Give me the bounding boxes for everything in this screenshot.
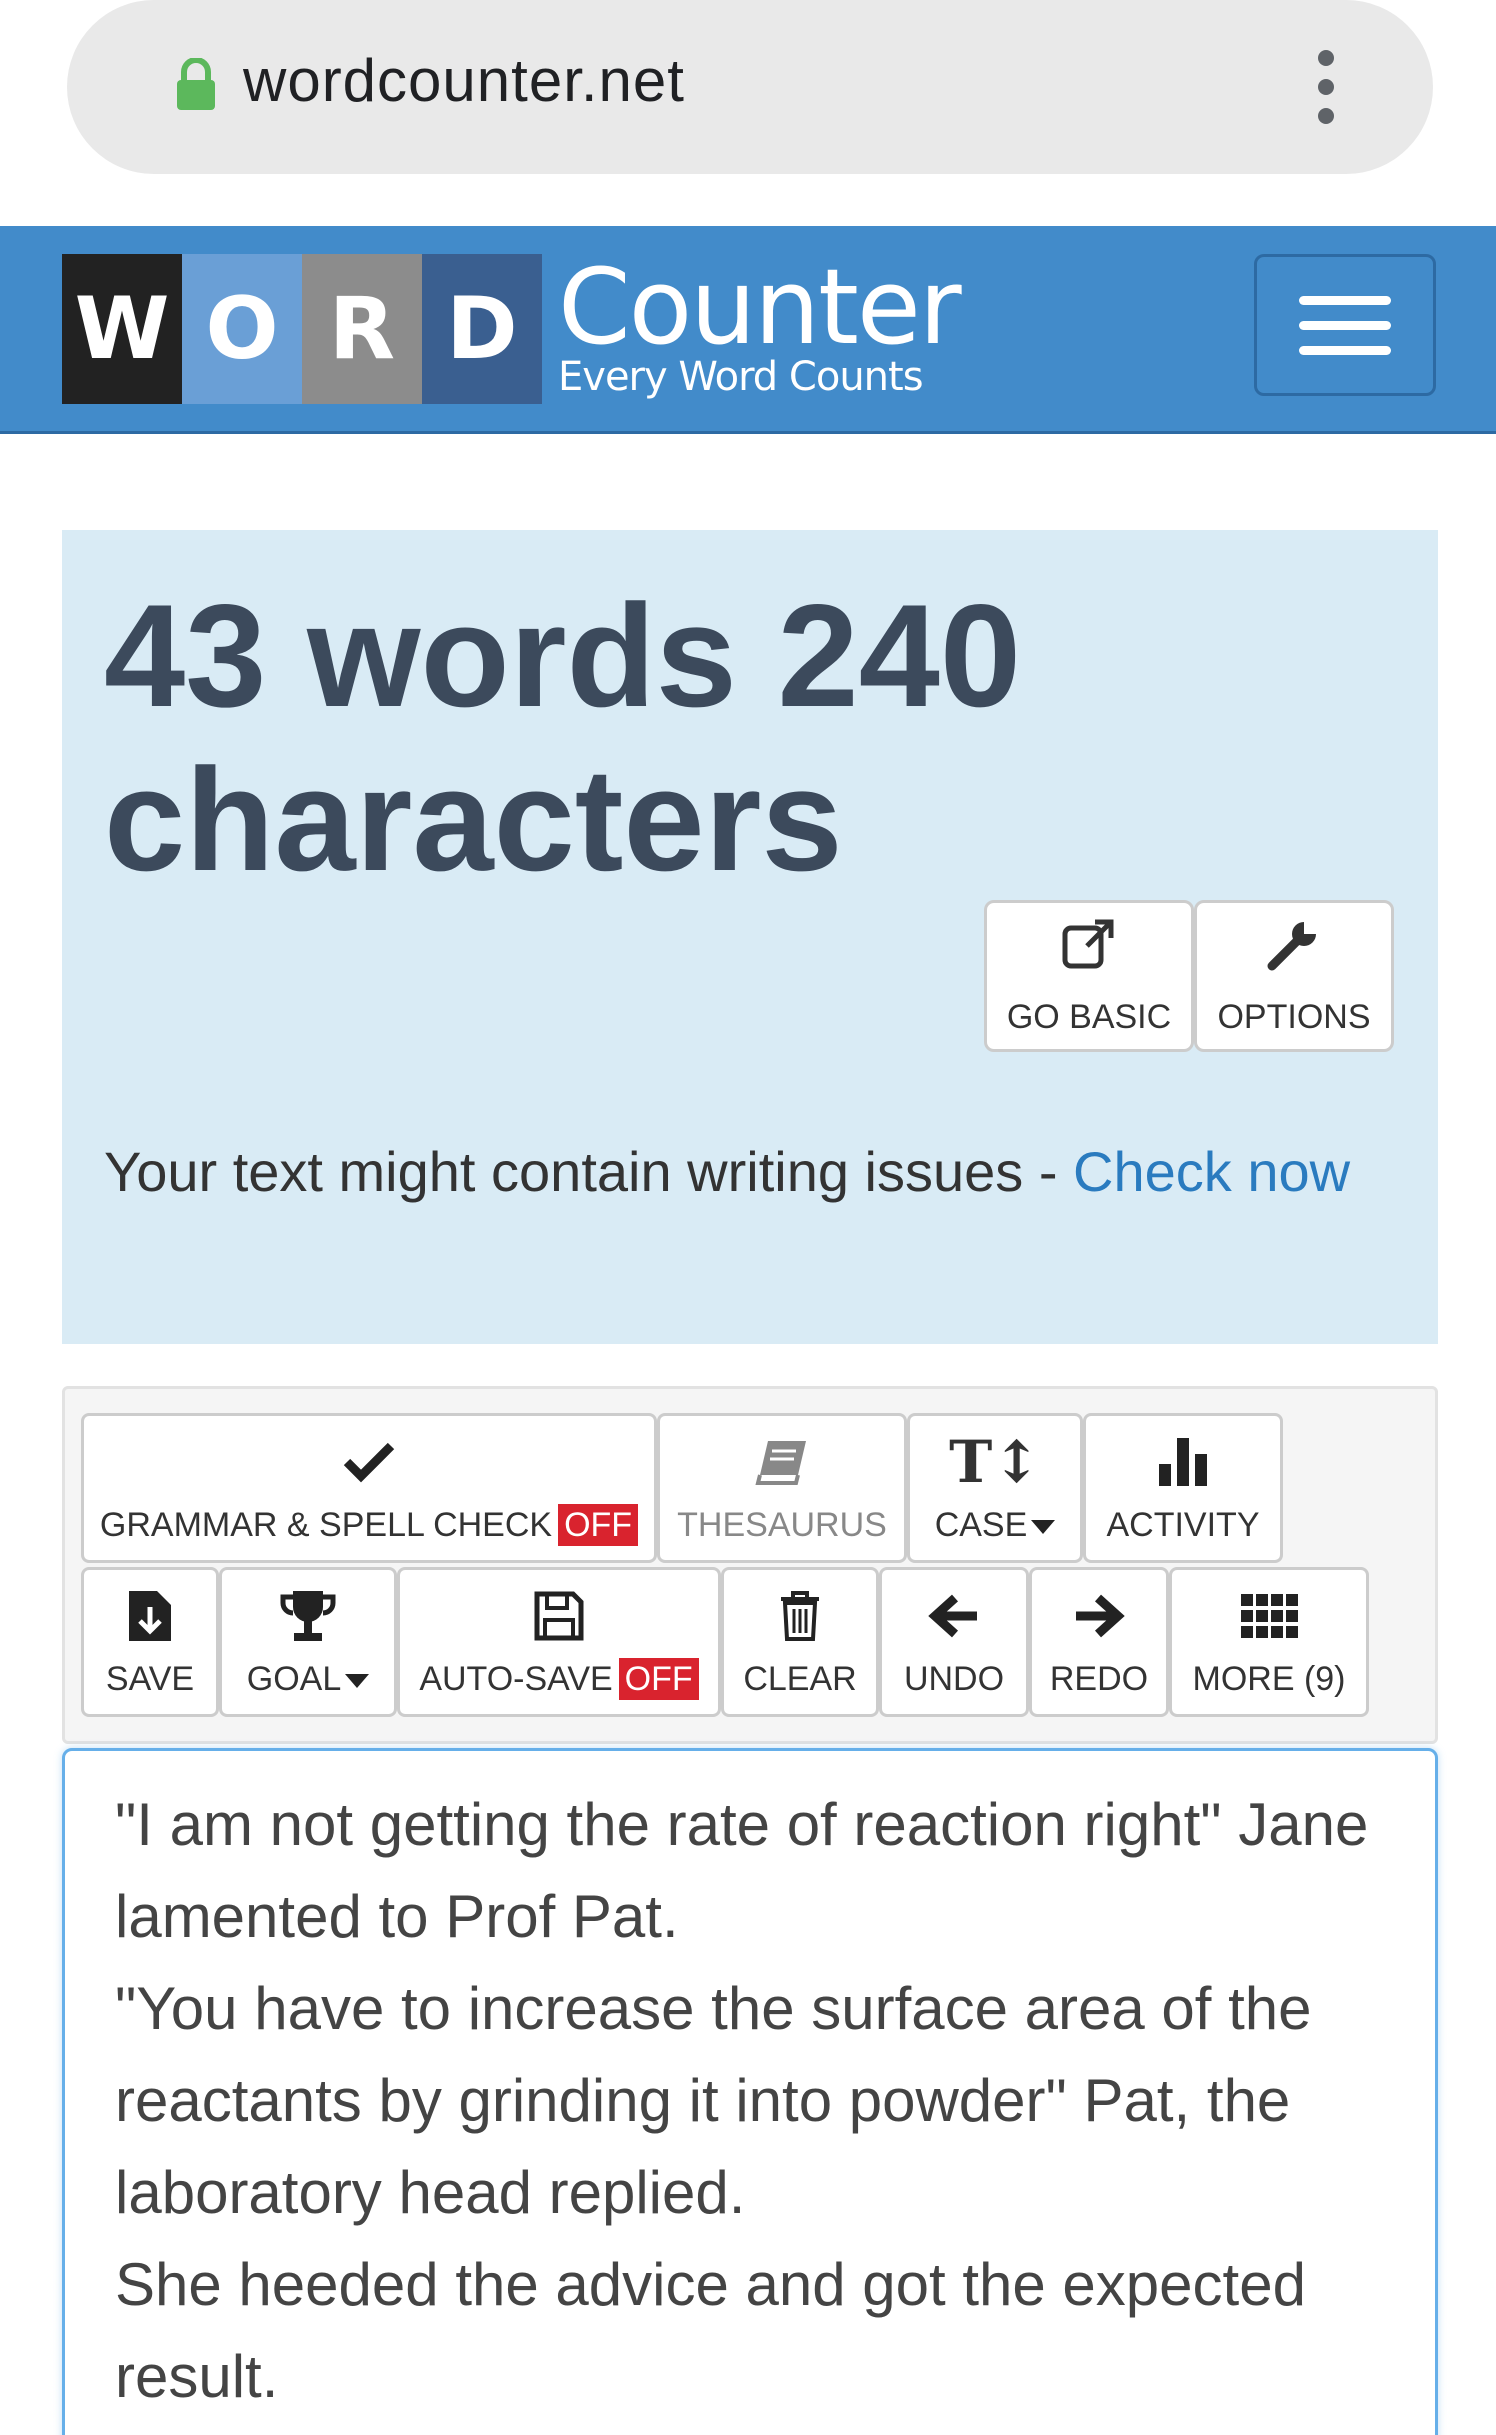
logo-letter-o: O (182, 254, 302, 404)
activity-label: ACTIVITY (1106, 1505, 1260, 1544)
thesaurus-button[interactable]: THESAURUS (657, 1413, 907, 1563)
grammar-off-badge: OFF (558, 1503, 639, 1546)
auto-save-label: AUTO-SAVE (419, 1659, 613, 1698)
save-button[interactable]: SAVE (81, 1567, 219, 1717)
book-icon (754, 1432, 810, 1492)
save-label: SAVE (105, 1659, 195, 1698)
url-text[interactable]: wordcounter.net (243, 46, 685, 115)
clear-label: CLEAR (743, 1659, 857, 1698)
undo-label: UNDO (903, 1659, 1005, 1698)
wrench-icon (1266, 916, 1322, 984)
goal-button[interactable]: GOAL (219, 1567, 397, 1717)
more-label: MORE (9) (1192, 1659, 1346, 1698)
trash-icon (777, 1586, 823, 1646)
logo-letter-r: R (302, 254, 422, 404)
site-navbar: W O R D Counter Every Word Counts (0, 226, 1496, 434)
check-now-link[interactable]: Check now (1073, 1140, 1350, 1203)
arrow-right-icon (1072, 1586, 1126, 1646)
grid-icon (1239, 1586, 1299, 1646)
redo-button[interactable]: REDO (1029, 1567, 1169, 1717)
auto-save-button[interactable]: AUTO-SAVE OFF (397, 1567, 721, 1717)
go-basic-button[interactable]: GO BASIC (984, 900, 1194, 1052)
logo-text: Counter Every Word Counts (558, 246, 962, 404)
counter-panel: 43 words 240 characters GO BASIC OPTIONS… (62, 530, 1438, 1344)
options-label: OPTIONS (1217, 997, 1371, 1036)
caret-down-icon (345, 1673, 370, 1688)
grammar-spell-check-button[interactable]: GRAMMAR & SPELL CHECK OFF (81, 1413, 657, 1563)
logo-tagline: Every Word Counts (558, 354, 924, 400)
go-basic-label: GO BASIC (1006, 997, 1172, 1036)
auto-save-off-badge: OFF (618, 1657, 699, 1700)
caret-down-icon (1031, 1519, 1056, 1534)
kebab-menu-icon[interactable] (1306, 50, 1346, 124)
site-logo[interactable]: W O R D Counter Every Word Counts (62, 246, 962, 404)
logo-letter-d: D (422, 254, 542, 404)
floppy-disk-icon (533, 1586, 585, 1646)
writing-issues-notice: Your text might contain writing issues -… (104, 1130, 1404, 1214)
more-button[interactable]: MORE (9) (1169, 1567, 1369, 1717)
thesaurus-label: THESAURUS (677, 1505, 887, 1544)
lock-icon (177, 58, 215, 110)
undo-button[interactable]: UNDO (879, 1567, 1029, 1717)
options-button[interactable]: OPTIONS (1194, 900, 1394, 1052)
hamburger-icon[interactable] (1254, 254, 1436, 396)
address-bar[interactable]: wordcounter.net (67, 0, 1433, 174)
activity-button[interactable]: ACTIVITY (1083, 1413, 1283, 1563)
file-download-icon (125, 1586, 175, 1646)
checkmark-icon (341, 1432, 397, 1492)
text-height-icon: T↕ (949, 1427, 1041, 1496)
editor-toolbar: GRAMMAR & SPELL CHECK OFF THESAURUS T↕ CA… (62, 1386, 1438, 1744)
text-editor[interactable]: "I am not getting the rate of reaction r… (62, 1748, 1438, 2435)
logo-main-text: Counter (558, 246, 962, 368)
grammar-label: GRAMMAR & SPELL CHECK (99, 1505, 553, 1544)
logo-letter-w: W (62, 254, 182, 404)
browser-chrome: wordcounter.net (0, 0, 1496, 226)
clear-button[interactable]: CLEAR (721, 1567, 879, 1717)
bar-chart-icon (1155, 1432, 1211, 1492)
arrow-left-icon (927, 1586, 981, 1646)
case-label: CASE (934, 1505, 1028, 1544)
trophy-icon (279, 1586, 337, 1646)
goal-label: GOAL (246, 1659, 342, 1698)
redo-label: REDO (1049, 1659, 1149, 1698)
external-link-icon (1061, 916, 1117, 984)
case-button[interactable]: T↕ CASE (907, 1413, 1083, 1563)
issues-text: Your text might contain writing issues - (104, 1140, 1074, 1203)
word-char-count: 43 words 240 characters (104, 574, 1022, 901)
